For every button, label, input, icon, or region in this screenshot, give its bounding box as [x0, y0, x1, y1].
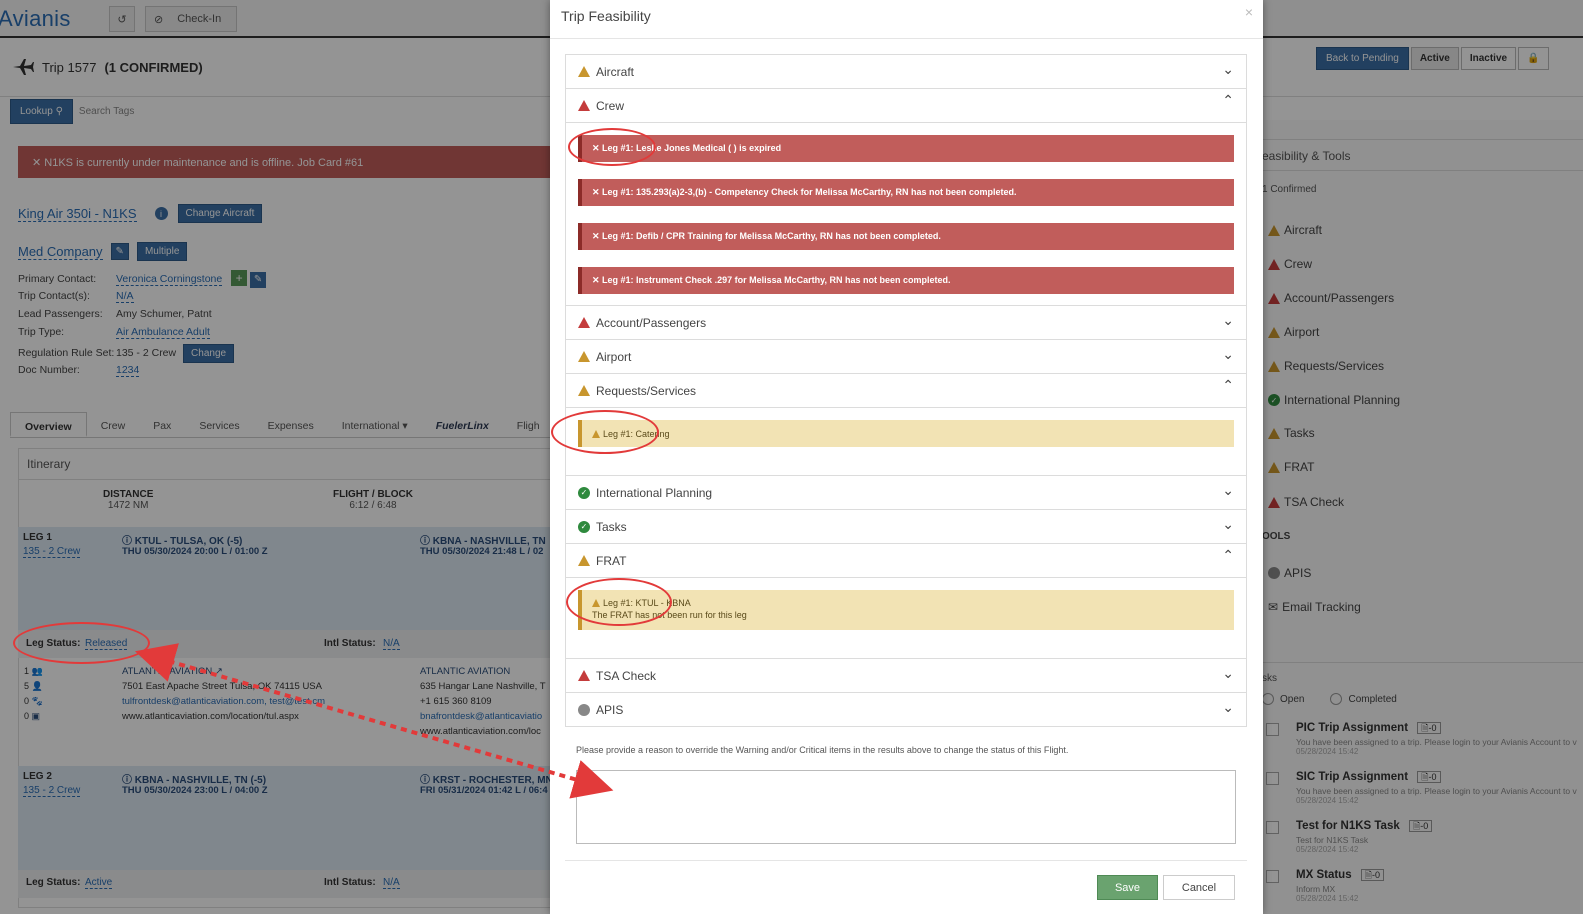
chevron-down-icon: ⌄ [1222, 482, 1234, 498]
section-label: TSA Check [596, 668, 657, 683]
neutral-icon [578, 703, 590, 716]
annotation-circle [566, 578, 672, 626]
modal-footer-divider [565, 860, 1247, 861]
chevron-down-icon: ⌄ [1222, 665, 1234, 681]
critical-icon [578, 100, 590, 111]
crew-alert: ✕ Leg #1: Defib / CPR Training for Melis… [578, 223, 1234, 250]
section-label: FRAT [596, 553, 627, 568]
chevron-down-icon: ⌄ [1222, 61, 1234, 77]
section-international-planning[interactable]: ✓ International Planning ⌄ [565, 475, 1247, 510]
check-icon: ✓ [578, 486, 590, 499]
critical-icon [578, 670, 590, 681]
warning-icon [578, 66, 590, 77]
section-label: APIS [596, 702, 624, 717]
section-label: International Planning [596, 485, 713, 500]
check-icon: ✓ [578, 520, 590, 533]
annotation-circle [551, 410, 659, 454]
section-label: Account/Passengers [596, 315, 707, 330]
warning-icon [578, 555, 590, 566]
section-aircraft[interactable]: Aircraft ⌄ [565, 54, 1247, 89]
section-apis[interactable]: APIS ⌄ [565, 692, 1247, 727]
chevron-down-icon: ⌄ [1222, 346, 1234, 362]
critical-icon [578, 317, 590, 328]
crew-alert: ✕ Leg #1: Leslie Jones Medical ( ) is ex… [578, 135, 1234, 162]
override-reason-label: Please provide a reason to override the … [576, 745, 1069, 755]
section-crew[interactable]: Crew ⌃ [565, 88, 1247, 123]
section-account-passengers[interactable]: Account/Passengers ⌄ [565, 305, 1247, 340]
section-label: Airport [596, 349, 632, 364]
cancel-button[interactable]: Cancel [1163, 875, 1235, 900]
section-label: Aircraft [596, 64, 635, 79]
modal-title: Trip Feasibility [561, 8, 651, 24]
annotation-circle [13, 622, 150, 664]
section-requests-services[interactable]: Requests/Services ⌃ [565, 373, 1247, 408]
frat-alert-header: Leg #1: KTUL - KBNA [592, 598, 1224, 608]
warning-icon [578, 351, 590, 362]
chevron-up-icon: ⌃ [1222, 547, 1234, 563]
modal-header-divider [550, 38, 1263, 39]
section-tsa-check[interactable]: TSA Check ⌄ [565, 658, 1247, 693]
crew-alert: ✕ Leg #1: Instrument Check .297 for Meli… [578, 267, 1234, 294]
override-reason-textarea[interactable] [576, 770, 1236, 844]
warning-icon [578, 385, 590, 396]
close-icon[interactable]: × [1245, 4, 1253, 20]
crew-alert: ✕ Leg #1: 135.293(a)2-3,(b) - Competency… [578, 179, 1234, 206]
trip-feasibility-modal: Trip Feasibility × Aircraft ⌄ Crew ⌃ ✕ Leg… [550, 0, 1263, 914]
chevron-up-icon: ⌃ [1222, 92, 1234, 108]
chevron-down-icon: ⌄ [1222, 516, 1234, 532]
annotation-circle [568, 128, 656, 166]
section-tasks[interactable]: ✓ Tasks ⌄ [565, 509, 1247, 544]
chevron-down-icon: ⌄ [1222, 699, 1234, 715]
section-frat[interactable]: FRAT ⌃ [565, 543, 1247, 578]
section-label: Requests/Services [596, 383, 697, 398]
frat-alert: Leg #1: KTUL - KBNA The FRAT has not bee… [578, 590, 1234, 630]
section-airport[interactable]: Airport ⌄ [565, 339, 1247, 374]
section-label: Tasks [596, 519, 627, 534]
frat-alert-subtitle: The FRAT has not been run for this leg [592, 610, 747, 620]
section-label: Crew [596, 98, 625, 113]
save-button[interactable]: Save [1097, 875, 1158, 900]
requests-alert: Leg #1: Catering [578, 420, 1234, 447]
chevron-up-icon: ⌃ [1222, 377, 1234, 393]
chevron-down-icon: ⌄ [1222, 312, 1234, 328]
